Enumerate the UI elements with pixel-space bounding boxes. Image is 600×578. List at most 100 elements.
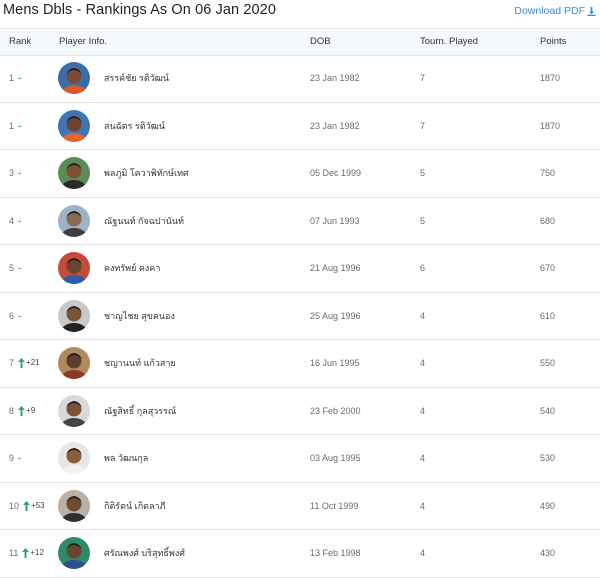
points-cell: 530 bbox=[540, 453, 556, 463]
rank-cell: 8 +9 bbox=[9, 388, 35, 435]
player-name[interactable]: ชญานนท์ แก้วสาย bbox=[104, 340, 176, 387]
rank-change-value: +9 bbox=[26, 405, 36, 415]
tourn-played-cell: 4 bbox=[420, 358, 426, 368]
arrow-up-icon bbox=[18, 358, 26, 369]
rank-number: 1 bbox=[9, 73, 15, 83]
col-tourn-played: Tourn. Played bbox=[420, 36, 479, 47]
table-row[interactable]: 10 +53 กิติรัตน์ เกิดลาภี 11 Oct 1999 4 … bbox=[0, 483, 600, 530]
page-title: Mens Dbls - Rankings As On 06 Jan 2020 bbox=[3, 2, 276, 18]
rank-cell: 1 - bbox=[9, 103, 21, 150]
tourn-played-cell: 5 bbox=[420, 215, 426, 226]
player-name[interactable]: สรรค์ชัย รติวัฒน์ bbox=[104, 55, 169, 102]
player-avatar[interactable] bbox=[58, 109, 90, 142]
table-row[interactable]: 1 - สนฉัตร รติวัฒน์ 23 Jan 1982 7 1870 bbox=[0, 103, 600, 150]
rank-cell: 9 - bbox=[9, 435, 21, 482]
dob-cell: 21 Aug 1996 bbox=[310, 263, 361, 273]
table-row[interactable]: 7 +21 ชญานนท์ แก้วสาย 16 Jun 1995 4 550 bbox=[0, 340, 600, 388]
player-name[interactable]: ศรัณพงศ์ บริสุทธิ์พงศ์ bbox=[104, 530, 185, 577]
tourn-played-cell: 7 bbox=[420, 120, 426, 131]
player-name[interactable]: คงทรัพย์ คงคา bbox=[104, 245, 160, 292]
dob-cell: 13 Feb 1998 bbox=[310, 548, 361, 558]
rank-change: - bbox=[18, 263, 22, 273]
player-name[interactable]: ชาญไชย สุขคนอง bbox=[104, 293, 175, 340]
rank-number: 4 bbox=[9, 215, 15, 226]
col-dob: DOB bbox=[310, 36, 331, 47]
tourn-played-cell: 4 bbox=[420, 405, 426, 416]
rank-change: - bbox=[18, 120, 22, 131]
table-row[interactable]: 1 - สรรค์ชัย รติวัฒน์ 23 Jan 1982 7 1870 bbox=[0, 55, 600, 103]
rank-number: 10 bbox=[9, 500, 20, 511]
rank-number: 1 bbox=[9, 120, 15, 131]
rank-change-value: +21 bbox=[26, 358, 40, 367]
rank-cell: 1 - bbox=[9, 55, 21, 102]
dob-cell: 11 Oct 1999 bbox=[310, 500, 359, 511]
player-name[interactable]: ณัฐนนท์ กัจฉปานันท์ bbox=[104, 198, 184, 245]
table-header: Rank Player Info. DOB Tourn. Played Poin… bbox=[0, 28, 600, 56]
tourn-played-cell: 4 bbox=[420, 548, 426, 558]
tourn-played-cell: 6 bbox=[420, 263, 426, 273]
tourn-played-cell: 4 bbox=[420, 453, 426, 463]
rank-number: 11 bbox=[9, 548, 19, 558]
player-avatar[interactable] bbox=[58, 442, 90, 474]
rank-cell: 5 - bbox=[9, 245, 21, 292]
player-name[interactable]: พลภูมิ โควาพิทักษ์เทศ bbox=[104, 150, 189, 197]
tourn-played-cell: 7 bbox=[420, 73, 426, 83]
player-avatar[interactable] bbox=[58, 204, 90, 237]
points-cell: 610 bbox=[540, 310, 556, 321]
dob-cell: 07 Jun 1993 bbox=[310, 215, 360, 226]
table-row[interactable]: 5 - คงทรัพย์ คงคา 21 Aug 1996 6 670 bbox=[0, 245, 600, 293]
rankings-table-body: 1 - สรรค์ชัย รติวัฒน์ 23 Jan 1982 7 1870… bbox=[0, 55, 600, 578]
table-row[interactable]: 11 +12 ศรัณพงศ์ บริสุทธิ์พงศ์ 13 Feb 199… bbox=[0, 530, 600, 578]
dob-cell: 16 Jun 1995 bbox=[310, 358, 360, 368]
rank-number: 3 bbox=[9, 168, 15, 178]
rank-change: - bbox=[18, 168, 22, 178]
player-avatar[interactable] bbox=[58, 299, 90, 332]
rank-change-value: +53 bbox=[31, 500, 45, 510]
col-player-info: Player Info. bbox=[59, 36, 108, 47]
rank-cell: 10 +53 bbox=[9, 483, 45, 530]
dob-cell: 23 Jan 1982 bbox=[310, 120, 360, 131]
player-name[interactable]: พล วัฒนกุล bbox=[104, 435, 148, 482]
dob-cell: 23 Feb 2000 bbox=[310, 405, 361, 416]
player-name[interactable]: กิติรัตน์ เกิดลาภี bbox=[104, 483, 166, 530]
player-avatar[interactable] bbox=[58, 489, 90, 522]
rank-change: - bbox=[18, 453, 22, 463]
table-row[interactable]: 6 - ชาญไชย สุขคนอง 25 Aug 1996 4 610 bbox=[0, 293, 600, 340]
arrow-up-icon bbox=[18, 405, 26, 416]
col-points: Points bbox=[540, 36, 567, 47]
col-rank: Rank bbox=[9, 36, 32, 47]
tourn-played-cell: 4 bbox=[420, 310, 426, 321]
tourn-played-cell: 5 bbox=[420, 168, 426, 178]
rank-cell: 4 - bbox=[9, 198, 21, 245]
player-avatar[interactable] bbox=[58, 62, 90, 94]
table-row[interactable]: 3 - พลภูมิ โควาพิทักษ์เทศ 05 Dec 1999 5 … bbox=[0, 150, 600, 198]
dob-cell: 23 Jan 1982 bbox=[310, 73, 360, 83]
points-cell: 680 bbox=[540, 215, 556, 226]
rank-number: 6 bbox=[9, 310, 15, 321]
download-pdf-link[interactable]: Download PDF bbox=[514, 5, 596, 17]
rank-change: - bbox=[18, 73, 22, 83]
dob-cell: 25 Aug 1996 bbox=[310, 310, 361, 321]
player-avatar[interactable] bbox=[58, 157, 90, 189]
rank-change: - bbox=[18, 215, 22, 226]
points-cell: 1870 bbox=[540, 73, 561, 83]
table-row[interactable]: 9 - พล วัฒนกุล 03 Aug 1995 4 530 bbox=[0, 435, 600, 483]
player-name[interactable]: ณัฐสิทธิ์ กุลสุวรรณ์ bbox=[104, 388, 176, 435]
table-row[interactable]: 4 - ณัฐนนท์ กัจฉปานันท์ 07 Jun 1993 5 68… bbox=[0, 198, 600, 245]
points-cell: 550 bbox=[540, 358, 556, 368]
points-cell: 540 bbox=[540, 405, 556, 416]
player-avatar[interactable] bbox=[58, 537, 90, 569]
player-avatar[interactable] bbox=[58, 252, 90, 284]
player-avatar[interactable] bbox=[58, 347, 90, 379]
rank-cell: 6 - bbox=[9, 293, 21, 340]
player-avatar[interactable] bbox=[58, 394, 90, 427]
arrow-up-icon bbox=[22, 548, 30, 559]
points-cell: 670 bbox=[540, 263, 556, 273]
player-name[interactable]: สนฉัตร รติวัฒน์ bbox=[104, 103, 165, 150]
download-pdf-label: Download PDF bbox=[514, 5, 585, 17]
rank-number: 5 bbox=[9, 263, 15, 273]
rank-change: +9 bbox=[18, 388, 35, 435]
rank-change: +53 bbox=[23, 483, 45, 530]
tourn-played-cell: 4 bbox=[420, 500, 426, 511]
table-row[interactable]: 8 +9 ณัฐสิทธิ์ กุลสุวรรณ์ 23 Feb 2000 4 … bbox=[0, 388, 600, 435]
